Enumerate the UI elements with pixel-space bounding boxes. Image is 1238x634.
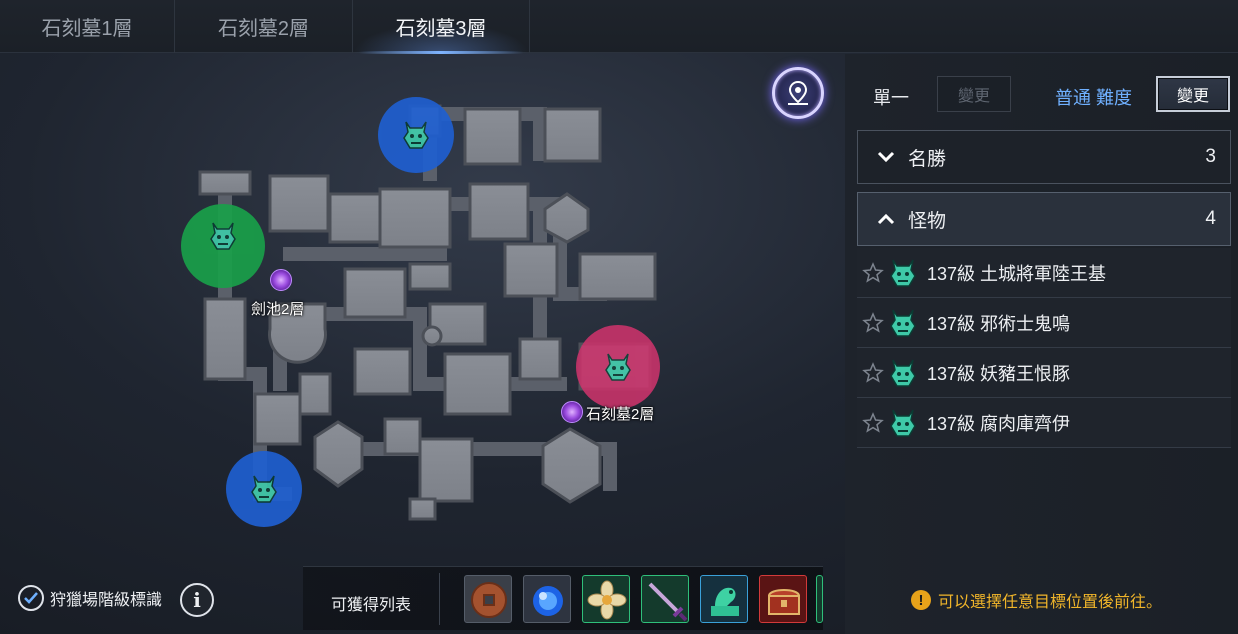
- tab-floor-1-label: 石刻墓1層: [41, 18, 133, 40]
- monster-icon: [890, 309, 916, 337]
- monster-row[interactable]: 137級 邪術士鬼鳴: [857, 298, 1231, 348]
- monster-row[interactable]: 137級 土城將軍陸王基: [857, 248, 1231, 298]
- hunting-grade-checkbox[interactable]: 狩獵場階級標識: [18, 585, 162, 611]
- monster-icon: [605, 353, 631, 381]
- difficulty-change-button[interactable]: 變更: [1156, 76, 1230, 112]
- hunting-grade-label: 狩獵場階級標識: [50, 592, 163, 609]
- zone-blue-south[interactable]: [226, 451, 302, 527]
- section-monsters[interactable]: 怪物 4: [857, 192, 1231, 246]
- section-landmarks-count: 3: [1205, 146, 1216, 167]
- monster-name: 137級 腐肉庫齊伊: [927, 413, 1071, 434]
- monster-icon: [890, 359, 916, 387]
- single-mode-label: 單一: [873, 88, 909, 108]
- favorite-star-icon[interactable]: [861, 361, 885, 385]
- section-landmarks[interactable]: 名勝 3: [857, 130, 1231, 184]
- tab-floor-3[interactable]: 石刻墓3層: [353, 0, 530, 54]
- section-monsters-count: 4: [1205, 208, 1216, 229]
- chevron-down-icon: [877, 151, 895, 163]
- monster-row[interactable]: 137級 腐肉庫齊伊: [857, 398, 1231, 448]
- divider: [439, 573, 440, 625]
- tab-floor-3-label: 石刻墓3層: [395, 18, 487, 40]
- loot-list-label: 可獲得列表: [331, 597, 412, 614]
- zone-green-west[interactable]: [181, 204, 265, 288]
- tab-floor-1[interactable]: 石刻墓1層: [0, 0, 175, 53]
- portal-swirl-icon[interactable]: [561, 401, 583, 423]
- zone-blue-north[interactable]: [378, 97, 454, 173]
- monster-name: 137級 邪術士鬼鳴: [927, 313, 1071, 334]
- sword-icon[interactable]: [641, 575, 689, 623]
- treasure-chest-icon[interactable]: [759, 575, 807, 623]
- monster-row[interactable]: 137級 妖豬王恨豚: [857, 348, 1231, 398]
- monster-name: 137級 妖豬王恨豚: [927, 363, 1071, 384]
- floor-tab-bar: 石刻墓1層 石刻墓2層 石刻墓3層: [0, 0, 1238, 54]
- blue-orb-icon[interactable]: [523, 575, 571, 623]
- monster-icon: [210, 222, 236, 250]
- favorite-star-icon[interactable]: [861, 311, 885, 335]
- monster-name: 137級 土城將軍陸王基: [927, 263, 1107, 284]
- difficulty-row: 單一 變更 普通 難度 變更: [845, 74, 1238, 114]
- monster-icon: [890, 259, 916, 287]
- portal-label-tomb-2: 石刻墓2層: [586, 406, 655, 423]
- portal-label-sword-pool: 劍池2層: [251, 301, 305, 318]
- loot-list: 可獲得列表: [303, 566, 823, 630]
- tab-floor-2[interactable]: 石刻墓2層: [175, 0, 353, 53]
- flower-icon[interactable]: [582, 575, 630, 623]
- screen: 石刻墓1層 石刻墓2層 石刻墓3層 劍池2層 石刻墓2層 單一 變更 普通 難度…: [0, 0, 1238, 634]
- coin-icon[interactable]: [464, 575, 512, 623]
- info-panel: 單一 變更 普通 難度 變更 名勝 3 怪物 4 137級 土城將軍陸王基 13…: [845, 54, 1238, 634]
- zone-pink-east[interactable]: [576, 325, 660, 409]
- locate-button[interactable]: [772, 67, 824, 119]
- section-landmarks-title: 名勝: [908, 148, 947, 170]
- monster-icon: [403, 121, 429, 149]
- bottom-bar: 狩獵場階級標識 i 可獲得列表: [0, 564, 845, 634]
- dungeon-map[interactable]: 劍池2層 石刻墓2層: [0, 54, 845, 564]
- loot-item-partial[interactable]: [816, 575, 823, 623]
- difficulty-label: 普通 難度: [1055, 88, 1133, 108]
- portal-swirl-icon[interactable]: [270, 269, 292, 291]
- info-icon[interactable]: i: [180, 583, 214, 617]
- hint-message: ! 可以選擇任意目標位置後前往。: [911, 588, 1162, 612]
- monster-icon: [251, 475, 277, 503]
- checkmark-icon: [18, 585, 44, 611]
- single-change-button[interactable]: 變更: [937, 76, 1011, 112]
- warning-icon: !: [911, 590, 931, 610]
- hint-text: 可以選擇任意目標位置後前往。: [938, 594, 1163, 611]
- section-monsters-title: 怪物: [908, 210, 947, 232]
- favorite-star-icon[interactable]: [861, 261, 885, 285]
- tab-floor-2-label: 石刻墓2層: [217, 18, 310, 40]
- favorite-star-icon[interactable]: [861, 411, 885, 435]
- chevron-up-icon: [877, 213, 895, 225]
- jade-dragon-icon[interactable]: [700, 575, 748, 623]
- map-pin-icon: [788, 80, 808, 105]
- monster-icon: [890, 409, 916, 437]
